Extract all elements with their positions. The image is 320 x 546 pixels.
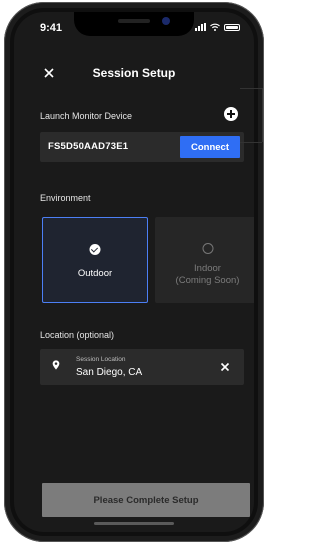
battery-icon — [224, 23, 240, 31]
callout-line-vertical — [262, 88, 263, 142]
cellular-signal-icon — [195, 23, 206, 31]
complete-setup-button[interactable]: Please Complete Setup — [42, 483, 250, 517]
device-id: FS5D50AAD73E1 — [48, 141, 129, 152]
phone-frame: 9:41 Session Setup Launch Monitor Device… — [4, 2, 264, 542]
phone-bezel: 9:41 Session Setup Launch Monitor Device… — [10, 8, 258, 536]
wifi-icon — [210, 23, 220, 31]
nav-header: Session Setup — [14, 62, 254, 86]
status-icons — [195, 23, 240, 31]
check-circle-icon — [89, 244, 101, 255]
indoor-label-line1: Indoor — [194, 263, 221, 274]
environment-section-label: Environment — [40, 193, 91, 203]
location-value: San Diego, CA — [76, 367, 143, 378]
indoor-label-line2: (Coming Soon) — [175, 275, 240, 286]
radio-empty-icon — [202, 243, 213, 254]
location-field-label: Session Location — [76, 356, 126, 363]
callout-line-bottom — [240, 142, 262, 143]
outdoor-option[interactable]: Outdoor — [42, 217, 148, 303]
add-device-button[interactable] — [224, 107, 238, 121]
home-indicator — [94, 522, 174, 525]
location-field[interactable]: Session Location San Diego, CA — [40, 349, 244, 385]
device-notch — [74, 12, 194, 36]
indoor-label: Indoor (Coming Soon) — [155, 263, 254, 287]
connect-button[interactable]: Connect — [180, 136, 240, 158]
status-time: 9:41 — [40, 22, 63, 34]
clear-icon[interactable] — [220, 362, 230, 372]
device-row: FS5D50AAD73E1 Connect — [40, 132, 244, 162]
location-pin-icon — [52, 360, 60, 370]
front-camera — [162, 17, 170, 25]
app-screen: 9:41 Session Setup Launch Monitor Device… — [14, 12, 254, 532]
page-title: Session Setup — [92, 66, 176, 80]
indoor-option[interactable]: Indoor (Coming Soon) — [155, 217, 254, 303]
speaker-grille — [118, 19, 150, 23]
location-section-label: Location (optional) — [40, 330, 115, 340]
outdoor-label: Outdoor — [77, 268, 113, 279]
callout-line-top — [240, 88, 262, 89]
device-section-label: Launch Monitor Device — [40, 111, 133, 121]
